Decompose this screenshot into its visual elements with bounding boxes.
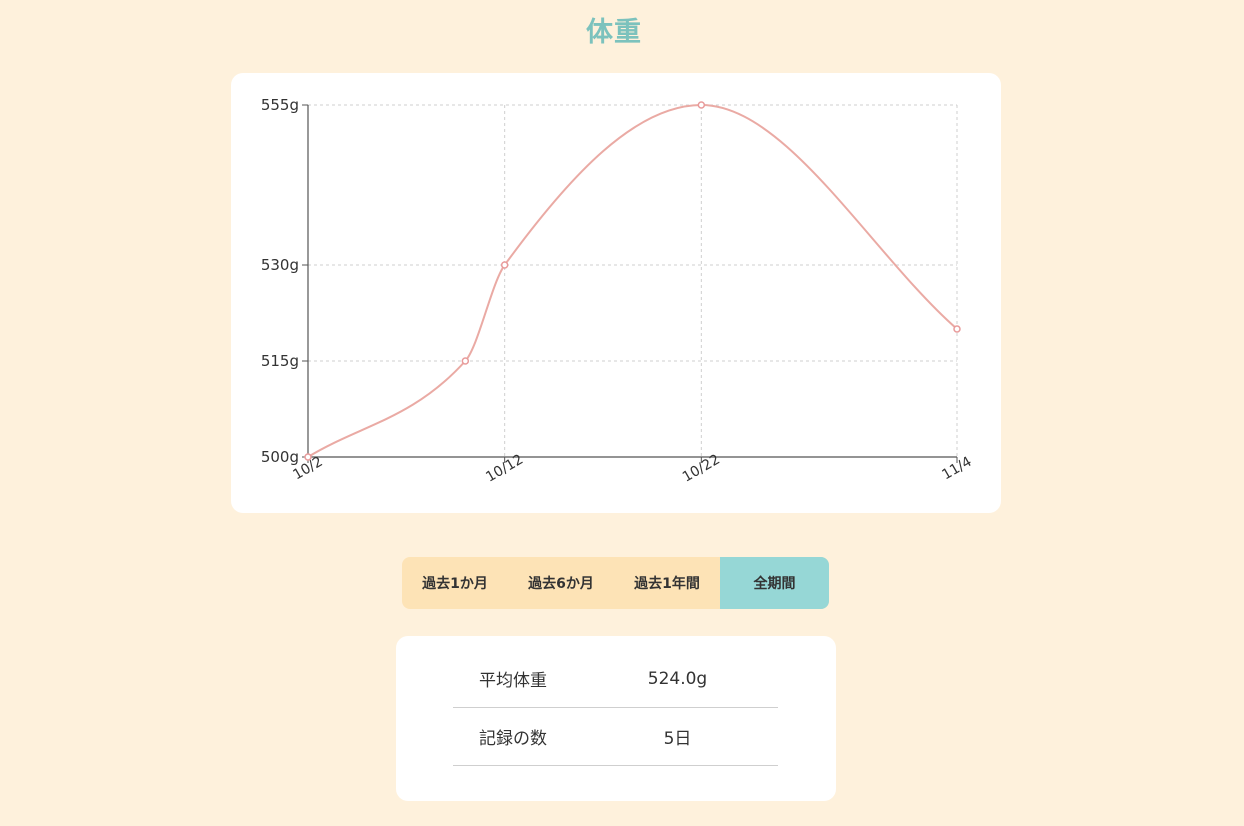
average-weight-label: 平均体重 — [479, 671, 547, 691]
weight-line-chart: 500g515g530g555g10/2 10/12 10/22 11/4 — [261, 96, 975, 486]
average-weight-value: 524.0g — [647, 668, 708, 689]
tab-past-1-year[interactable]: 過去1年間 — [614, 557, 720, 609]
tab-all-time[interactable]: 全期間 — [720, 557, 829, 609]
x-tick-label: 11/4 — [939, 454, 974, 484]
data-point — [697, 101, 706, 109]
page-title: 体重 — [586, 17, 642, 48]
weight-series-line — [307, 103, 958, 458]
period-tabs: 過去1か月 過去6か月 過去1年間 全期間 — [402, 557, 829, 609]
y-tick-label: 555g — [261, 96, 299, 114]
data-point — [953, 325, 961, 333]
data-point — [461, 357, 470, 365]
weight-chart-card: 500g 515g 530g 555g 10/2 10/12 10/22 11/4 — [231, 73, 1001, 513]
stats-row-average: 平均体重 524.0g — [453, 650, 778, 708]
record-count-value: 5日 — [663, 729, 692, 749]
y-tick-label: 500g — [261, 448, 299, 466]
stats-card: 平均体重 524.0g 記録の数 5日 — [396, 636, 836, 801]
stats-row-count: 記録の数 5日 — [453, 708, 778, 766]
record-count-label: 記録の数 — [479, 729, 547, 749]
data-point — [304, 453, 312, 461]
data-point — [500, 261, 509, 269]
tab-past-6-months[interactable]: 過去6か月 — [508, 557, 614, 609]
tab-past-1-month[interactable]: 過去1か月 — [402, 557, 508, 609]
y-tick-label: 530g — [261, 256, 299, 274]
y-tick-label: 515g — [261, 352, 299, 370]
